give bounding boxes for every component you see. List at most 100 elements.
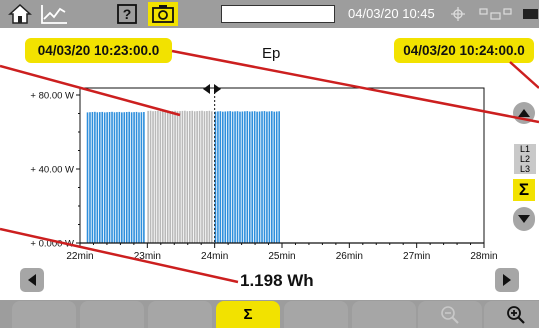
current-datetime: 04/03/20 10:45 [348, 6, 435, 21]
scroll-up-icon[interactable] [513, 102, 535, 124]
bar [191, 110, 194, 243]
level-l1[interactable]: L1 [514, 144, 536, 154]
bar [133, 112, 135, 243]
sigma-filter-button[interactable]: Σ [513, 179, 535, 201]
bar [135, 111, 138, 244]
x-tick-label: 23min [134, 251, 161, 262]
bar [188, 111, 191, 243]
zoom-in-button[interactable] [484, 301, 539, 328]
bar [208, 110, 211, 243]
bar [176, 111, 179, 243]
bar [273, 111, 276, 244]
bar [275, 111, 278, 243]
bar [154, 111, 157, 243]
bar [149, 110, 152, 243]
bar [261, 111, 263, 243]
bar [246, 111, 249, 243]
x-tick-label: 27min [403, 251, 430, 262]
bar [224, 111, 227, 243]
y-tick-label: + 40.00 W [30, 165, 74, 176]
bar [181, 110, 184, 243]
cursor-right-button[interactable] [495, 268, 519, 292]
bar [164, 110, 167, 243]
bar [159, 111, 162, 243]
tab-3[interactable] [148, 301, 212, 328]
level-l2[interactable]: L2 [514, 154, 536, 164]
bar [214, 111, 217, 243]
bar [231, 111, 234, 243]
bar [203, 111, 206, 243]
tab-sigma[interactable]: Σ [216, 301, 280, 328]
tab-5[interactable] [284, 301, 348, 328]
bar [103, 112, 106, 243]
bar [86, 112, 89, 243]
bar [152, 111, 154, 243]
tab-6[interactable] [352, 301, 416, 328]
left-cursor-timestamp: 04/03/20 10:23:00.0 [25, 38, 172, 63]
y-tick-label: + 80.00 W [30, 91, 74, 102]
bar [217, 111, 219, 244]
bar [162, 111, 164, 243]
x-tick-label: 25min [268, 251, 295, 262]
zoom-out-icon [441, 305, 459, 324]
bar [186, 111, 189, 243]
home-icon[interactable] [6, 2, 34, 26]
bar [222, 111, 224, 244]
bar [253, 111, 256, 243]
cursor-left-button[interactable] [20, 268, 44, 292]
bar [118, 111, 121, 244]
bar [263, 111, 266, 243]
bar [219, 111, 222, 243]
callout-line-right-cursor [509, 61, 539, 89]
y-tick-label: + 0.000 W [30, 239, 74, 250]
bar [106, 112, 108, 244]
bar [174, 110, 176, 243]
top-status-bar: ? 04/03/20 10:45 [0, 0, 539, 28]
gps-icon [450, 2, 466, 26]
bar [234, 111, 236, 244]
tab-2[interactable] [80, 301, 144, 328]
zoom-out-button[interactable] [418, 301, 482, 328]
bar [91, 112, 94, 244]
bar [226, 111, 229, 243]
level-l3[interactable]: L3 [514, 164, 536, 174]
bar [171, 111, 174, 243]
bar [98, 112, 101, 243]
bar [211, 111, 213, 243]
bar [147, 110, 149, 243]
trend-icon[interactable] [38, 2, 70, 26]
bar [241, 111, 244, 243]
scroll-down-icon[interactable] [513, 207, 535, 231]
bar [140, 112, 143, 244]
camera-icon[interactable] [148, 2, 178, 26]
bar [121, 112, 123, 243]
bar [251, 111, 254, 244]
bar [108, 112, 111, 244]
bar [258, 111, 261, 243]
bar [256, 111, 258, 244]
measure-label: Ep [262, 45, 281, 62]
bar [143, 112, 145, 244]
tab-1[interactable] [12, 301, 76, 328]
bar [196, 111, 198, 243]
callout-line-selection [0, 64, 181, 117]
bar [193, 111, 196, 243]
help-icon[interactable]: ? [115, 2, 139, 26]
bar [113, 112, 116, 243]
bottom-tab-bar: Σ [0, 300, 539, 328]
bar [130, 112, 133, 243]
bar [179, 111, 181, 243]
bar [166, 110, 169, 243]
bar [244, 111, 246, 243]
x-tick-label: 26min [336, 251, 363, 262]
bar [94, 111, 96, 243]
x-tick-label: 28min [470, 251, 497, 262]
bar [123, 112, 126, 244]
measure-value: 1.198 Wh [240, 271, 314, 290]
right-cursor-timestamp: 04/03/20 10:24:00.0 [394, 38, 534, 63]
cursor-handle-icon[interactable] [202, 82, 222, 94]
plot-frame [79, 87, 485, 244]
bar [184, 110, 186, 243]
bar [266, 111, 268, 243]
bar [278, 111, 280, 243]
